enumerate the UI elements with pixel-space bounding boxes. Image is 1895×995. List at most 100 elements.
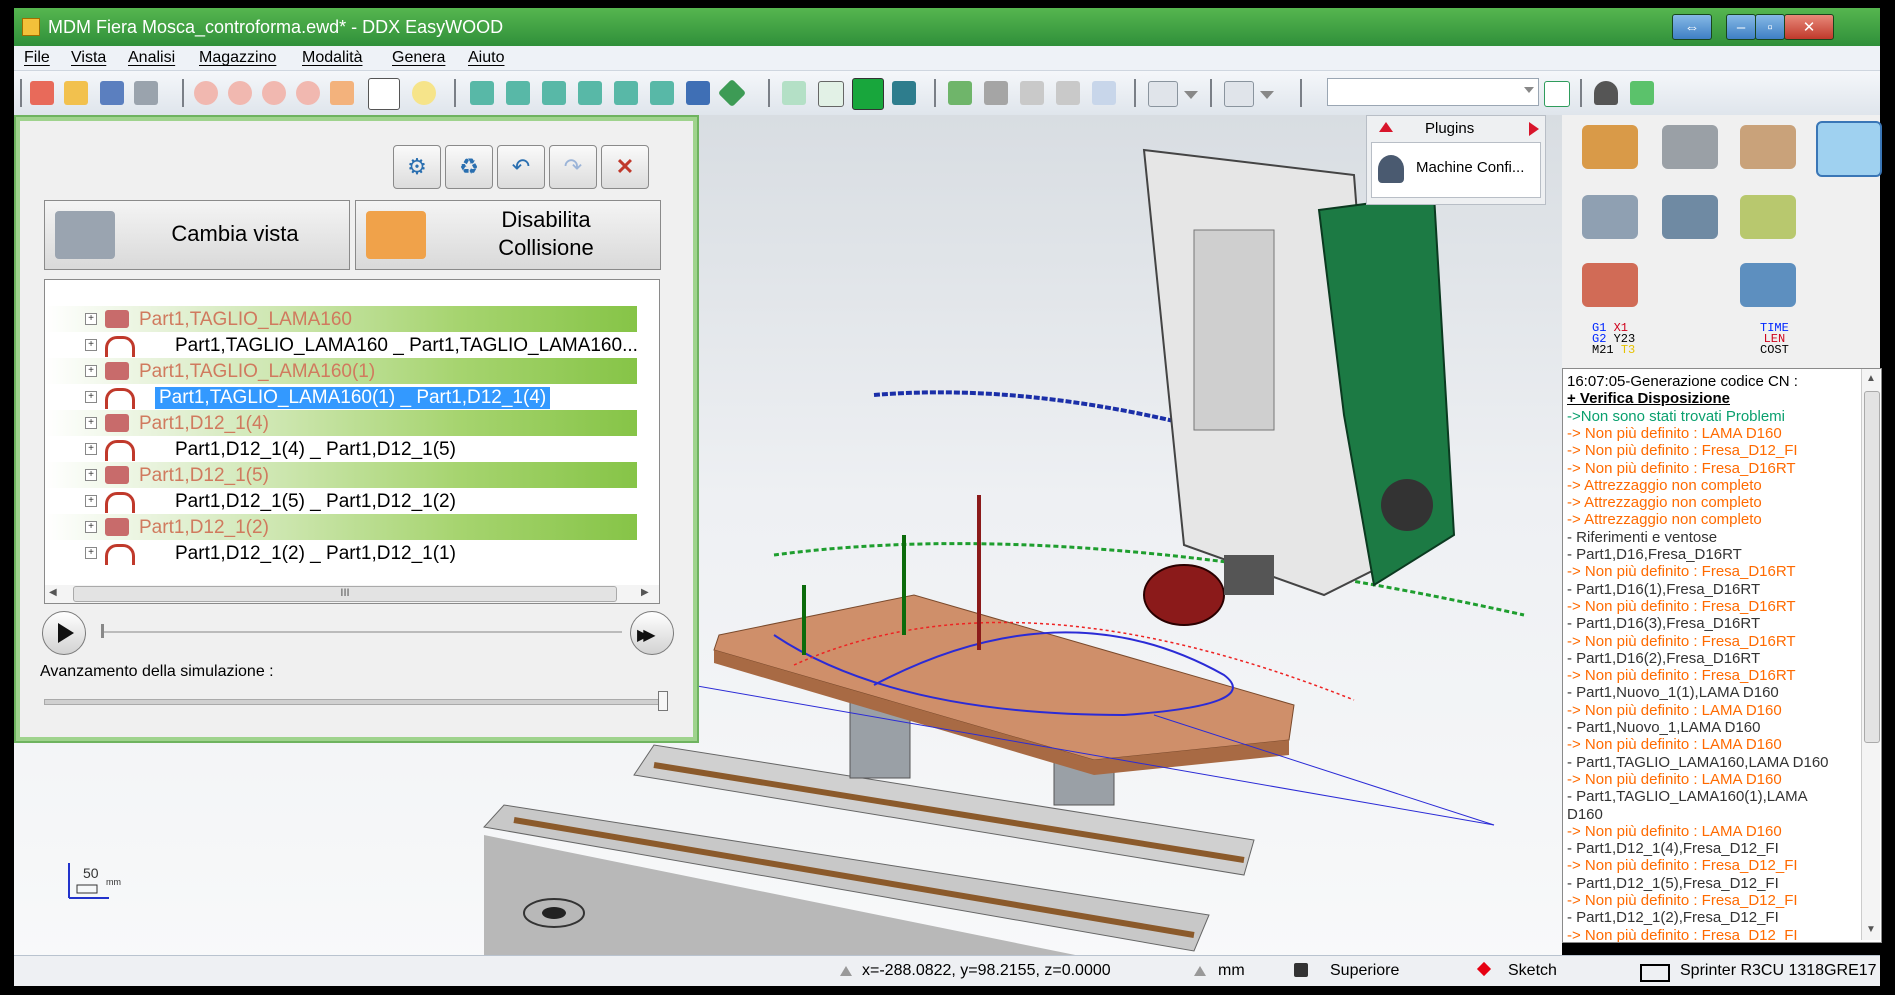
- fast-forward-button[interactable]: ▶▶: [630, 611, 674, 655]
- view-iso-icon[interactable]: [470, 81, 494, 105]
- tree-horizontal-scrollbar[interactable]: ◀ III ▶: [44, 585, 660, 604]
- wireframe-icon[interactable]: [782, 81, 806, 105]
- title-bar[interactable]: MDM Fiera Mosca_controforma.ewd* - DDX E…: [14, 8, 1880, 46]
- user-icon[interactable]: [1594, 81, 1618, 105]
- operations-tree[interactable]: + Part1,TAGLIO_LAMA160 + Part1,TAGLIO_LAMA…: [44, 279, 660, 587]
- redo-icon[interactable]: [1224, 81, 1254, 107]
- new-icon[interactable]: [30, 81, 54, 105]
- redo-dropdown-icon[interactable]: [1260, 91, 1274, 99]
- expand-icon[interactable]: +: [85, 313, 97, 325]
- zoom-window-icon[interactable]: [194, 81, 218, 105]
- pan-hand-icon[interactable]: [330, 81, 354, 105]
- view-name[interactable]: Superiore: [1330, 962, 1399, 980]
- menu-analisi[interactable]: Analisi: [128, 49, 175, 67]
- toolpath-toggle-icon[interactable]: [368, 78, 400, 110]
- gcode-icon[interactable]: G1 X1 G2 Y23 M21 T3: [1592, 322, 1635, 356]
- menu-modalita[interactable]: Modalità: [302, 49, 362, 67]
- simulation-mode-icon[interactable]: [1816, 121, 1882, 177]
- scroll-up-icon[interactable]: ▲: [1866, 373, 1876, 384]
- tree-row-link[interactable]: + Part1,D12_1(4) _ Part1,D12_1(5): [45, 436, 637, 462]
- machine-name[interactable]: Sprinter R3CU 1318GRE17: [1680, 962, 1877, 980]
- view-bottom-icon[interactable]: [686, 81, 710, 105]
- tree-row-link[interactable]: + Part1,D12_1(2) _ Part1,D12_1(1): [45, 540, 637, 566]
- log-scrollbar[interactable]: ▲ ▼: [1861, 369, 1880, 940]
- expand-icon[interactable]: +: [85, 469, 97, 481]
- view-front-icon[interactable]: [506, 81, 530, 105]
- scroll-down-icon[interactable]: ▼: [1866, 924, 1876, 935]
- settings-button[interactable]: ⚙: [393, 145, 441, 189]
- progress-slider-thumb[interactable]: [658, 691, 668, 711]
- measure-icon[interactable]: [948, 81, 972, 105]
- undo-dropdown-icon[interactable]: [1184, 91, 1198, 99]
- undo-button[interactable]: ↶: [497, 145, 545, 189]
- expand-icon[interactable]: +: [85, 443, 97, 455]
- zoom-in-icon[interactable]: [296, 81, 320, 105]
- scroll-thumb[interactable]: [1864, 391, 1880, 743]
- view-axes-icon[interactable]: [717, 78, 747, 108]
- post-process-icon[interactable]: [1740, 263, 1796, 307]
- toolpath-view-icon[interactable]: [1662, 195, 1718, 239]
- tree-row-operation[interactable]: + Part1,D12_1(5): [45, 462, 637, 488]
- save-icon[interactable]: [100, 81, 124, 105]
- menu-magazzino[interactable]: Magazzino: [199, 49, 276, 67]
- tree-row-link[interactable]: + Part1,D12_1(5) _ Part1,D12_1(2): [45, 488, 637, 514]
- open-folder-icon[interactable]: [64, 81, 88, 105]
- mode-name[interactable]: Sketch: [1508, 962, 1557, 980]
- panel-icon[interactable]: [1740, 125, 1796, 169]
- close-button[interactable]: ✕: [1784, 14, 1834, 40]
- shaded-edges-icon[interactable]: [892, 81, 916, 105]
- export-part-icon[interactable]: [1582, 263, 1638, 307]
- tree-row-operation[interactable]: + Part1,TAGLIO_LAMA160(1): [45, 358, 637, 384]
- tree-row-operation[interactable]: + Part1,TAGLIO_LAMA160: [45, 306, 637, 332]
- scroll-left-icon[interactable]: ◀: [49, 587, 57, 598]
- tree-row-operation[interactable]: + Part1,D12_1(2): [45, 514, 637, 540]
- menu-file[interactable]: File: [24, 49, 50, 67]
- expand-icon[interactable]: +: [85, 547, 97, 559]
- menu-vista[interactable]: Vista: [71, 49, 106, 67]
- tooling-icon[interactable]: [1662, 125, 1718, 169]
- simulation-timeline[interactable]: [102, 631, 622, 633]
- close-panel-button[interactable]: ✕: [601, 145, 649, 189]
- expand-right-icon[interactable]: [1529, 122, 1539, 136]
- tree-row-operation[interactable]: + Part1,D12_1(4): [45, 410, 637, 436]
- machine-icon[interactable]: [984, 81, 1008, 105]
- zoom-all-icon[interactable]: [228, 81, 252, 105]
- maximize-button[interactable]: ▫: [1755, 14, 1785, 40]
- copy-icon[interactable]: [1544, 81, 1570, 107]
- view-back-icon[interactable]: [542, 81, 566, 105]
- menu-aiuto[interactable]: Aiuto: [468, 49, 504, 67]
- scroll-right-icon[interactable]: ▶: [641, 587, 649, 598]
- query-icon[interactable]: [1056, 81, 1080, 105]
- tree-row-link[interactable]: + Part1,TAGLIO_LAMA160 _ Part1,TAGLIO_LAM…: [45, 332, 638, 358]
- collapse-up-icon[interactable]: [1379, 122, 1393, 132]
- statistics-icon[interactable]: TIME LEN COST: [1760, 322, 1789, 356]
- print-icon[interactable]: [134, 81, 158, 105]
- expand-icon[interactable]: +: [85, 521, 97, 533]
- tree-vertical-scrollbar[interactable]: ▲ ▼: [659, 280, 660, 586]
- mail-icon[interactable]: [1630, 81, 1654, 105]
- expand-icon[interactable]: +: [85, 495, 97, 507]
- zoom-out-icon[interactable]: [262, 81, 286, 105]
- expand-icon[interactable]: +: [85, 391, 97, 403]
- scroll-thumb[interactable]: III: [73, 586, 617, 602]
- play-button[interactable]: [42, 611, 86, 655]
- timer-icon[interactable]: [1740, 195, 1796, 239]
- edit-part-icon[interactable]: [1582, 125, 1638, 169]
- select-icon[interactable]: [1020, 81, 1044, 105]
- minimize-button[interactable]: –: [1726, 14, 1756, 40]
- light-bulb-icon[interactable]: [412, 81, 436, 105]
- menu-genera[interactable]: Genera: [392, 49, 445, 67]
- selection-combo[interactable]: [1327, 78, 1539, 106]
- restore-size-button[interactable]: ⇔: [1672, 14, 1712, 40]
- undo-icon[interactable]: [1148, 81, 1178, 107]
- report-icon[interactable]: [1092, 81, 1116, 105]
- disabilita-collisione-button[interactable]: Disabilita Collisione: [355, 200, 661, 270]
- redo-button[interactable]: ↷: [549, 145, 597, 189]
- expand-icon[interactable]: +: [85, 365, 97, 377]
- messages-log[interactable]: 16:07:05-Generazione codice CN : + Verifi…: [1562, 368, 1882, 943]
- tree-row-selected[interactable]: + Part1,TAGLIO_LAMA160(1) _ Part1,D12_1(4…: [45, 384, 637, 410]
- view-right-icon[interactable]: [614, 81, 638, 105]
- expand-icon[interactable]: +: [85, 417, 97, 429]
- unit-value[interactable]: mm: [1218, 962, 1245, 980]
- cambia-vista-button[interactable]: Cambia vista: [44, 200, 350, 270]
